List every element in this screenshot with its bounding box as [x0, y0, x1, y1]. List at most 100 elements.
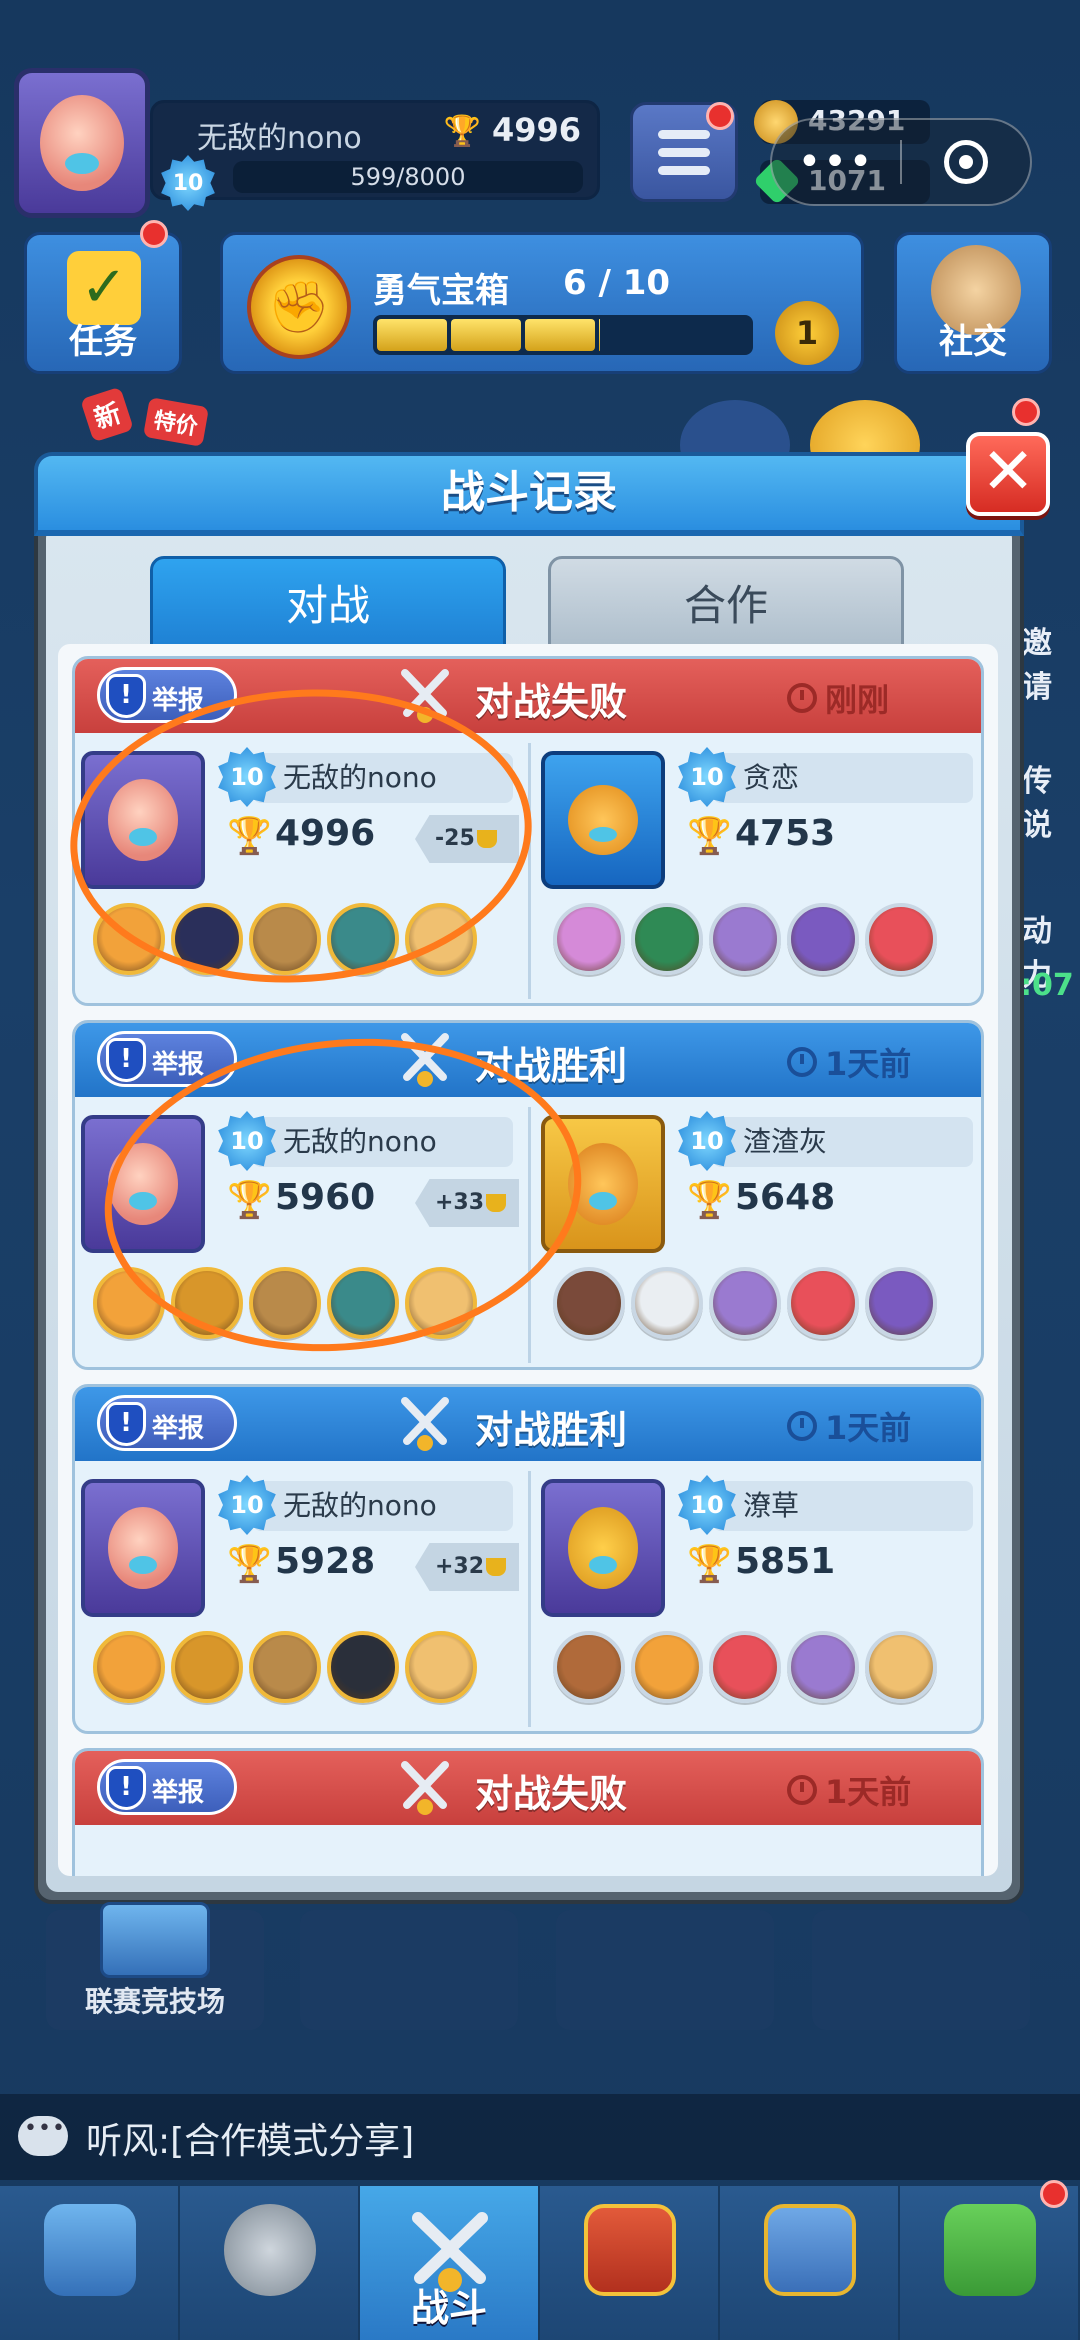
- trophy-count: 5928: [275, 1541, 376, 1582]
- crossed-swords-icon: [401, 1397, 449, 1451]
- hero-icon[interactable]: [865, 1267, 937, 1339]
- side-notification-dot: [1012, 398, 1040, 426]
- record-time: 1天前: [787, 1767, 911, 1813]
- hero-icon[interactable]: [709, 1267, 781, 1339]
- player-trophy-count: 🏆 4996: [443, 111, 581, 149]
- trophy-count: 4753: [735, 813, 836, 854]
- more-options-button[interactable]: •••: [772, 142, 900, 182]
- menu-icon: [658, 129, 710, 139]
- trophy-icon: 🏆: [687, 816, 732, 857]
- clock-icon: [787, 1411, 817, 1441]
- trophy-count: 5648: [735, 1177, 836, 1218]
- player-avatar[interactable]: [14, 68, 150, 218]
- hero-icon[interactable]: [249, 1631, 321, 1703]
- empty-slot[interactable]: [300, 1910, 518, 2030]
- result-label: 对战失败: [475, 680, 628, 724]
- hero-icon[interactable]: [865, 903, 937, 975]
- nav-chest[interactable]: [0, 2186, 180, 2340]
- opponent-name: 渣渣灰: [713, 1117, 973, 1167]
- helmet-icon: [224, 2204, 316, 2296]
- battle-record: ! 举报 对战失败 1天前: [72, 1748, 984, 1876]
- close-miniprogram-button[interactable]: [902, 140, 1030, 184]
- modal-header: 战斗记录: [34, 452, 1024, 536]
- social-button[interactable]: 社交: [894, 232, 1052, 374]
- player-side: 10 无敌的nono 🏆 5928 +32: [79, 1471, 519, 1731]
- empty-slot[interactable]: [812, 1910, 1030, 2030]
- player-name: 无敌的nono: [253, 1481, 513, 1531]
- hero-icon[interactable]: [171, 1631, 243, 1703]
- task-label: 任务: [69, 322, 137, 362]
- xp-bar: 599/8000: [233, 161, 583, 193]
- hero-lineup: [93, 1631, 477, 1703]
- trophy-icon: 🏆: [443, 114, 481, 149]
- nav-heroes[interactable]: [180, 2186, 360, 2340]
- hero-lineup: [553, 1631, 937, 1703]
- league-arena-button[interactable]: 联赛竞技场: [46, 1902, 264, 2030]
- report-button[interactable]: ! 举报: [97, 1759, 237, 1815]
- record-time: 1天前: [787, 1039, 911, 1085]
- hero-icon[interactable]: [631, 1631, 703, 1703]
- chest-progress-fill: [599, 319, 601, 351]
- nav-clan[interactable]: [540, 2186, 720, 2340]
- clock-icon: [787, 1775, 817, 1805]
- player-avatar[interactable]: [81, 1479, 205, 1617]
- chat-bar[interactable]: 听风:[合作模式分享]: [0, 2094, 1080, 2180]
- record-header: ! 举报 对战胜利 1天前: [75, 1387, 981, 1461]
- hero-icon[interactable]: [787, 903, 859, 975]
- task-button[interactable]: ✓ 任务: [24, 232, 182, 374]
- hero-icon[interactable]: [405, 1631, 477, 1703]
- chest-icon: [44, 2204, 136, 2296]
- trophy-icon: 🏆: [687, 1544, 732, 1585]
- hero-icon[interactable]: [93, 1631, 165, 1703]
- chat-message: 听风:[合作模式分享]: [86, 2121, 415, 2162]
- hero-icon[interactable]: [631, 1267, 703, 1339]
- target-icon: [943, 140, 988, 184]
- chest-progress-track: [373, 315, 753, 355]
- side-label-legend[interactable]: 传说: [1022, 756, 1080, 844]
- hero-icon[interactable]: [787, 1267, 859, 1339]
- player-info-bar[interactable]: 无敌的nono 🏆 4996 599/8000: [150, 100, 600, 200]
- shield-icon: !: [106, 674, 146, 718]
- courage-chest-bar[interactable]: ✊ 勇气宝箱 6 / 10 1: [220, 232, 864, 374]
- nav-battle-label: 战斗: [410, 2286, 487, 2330]
- chest-count-badge: 1: [775, 301, 839, 365]
- chest-progress-segment: [377, 319, 447, 351]
- team-icon: [764, 2204, 856, 2296]
- nav-notification-dot: [1040, 2180, 1068, 2208]
- chest-progress-text: 6 / 10: [563, 263, 671, 303]
- nav-garden[interactable]: [900, 2186, 1080, 2340]
- hero-icon[interactable]: [327, 1631, 399, 1703]
- hero-lineup: [553, 903, 937, 975]
- chest-progress-segment: [451, 319, 521, 351]
- hero-icon[interactable]: [709, 1631, 781, 1703]
- bottom-nav: 战斗: [0, 2186, 1080, 2340]
- hero-icon[interactable]: [787, 1631, 859, 1703]
- arena-label: 联赛竞技场: [84, 1985, 225, 2018]
- battle-record: ! 举报 对战胜利 1天前 10 无敌的nono 🏆 5928 +32 10 潦…: [72, 1384, 984, 1734]
- hero-icon[interactable]: [631, 903, 703, 975]
- opponent-side: 10 贪恋 🏆 4753: [539, 743, 979, 1003]
- report-button[interactable]: ! 举报: [97, 1395, 237, 1451]
- hero-icon[interactable]: [553, 1631, 625, 1703]
- empty-slot[interactable]: [556, 1910, 774, 2030]
- close-button[interactable]: ✕: [966, 432, 1050, 516]
- social-label: 社交: [939, 322, 1007, 362]
- opponent-side: 10 潦草 🏆 5851: [539, 1471, 979, 1731]
- hero-icon[interactable]: [865, 1631, 937, 1703]
- nav-team[interactable]: [720, 2186, 900, 2340]
- menu-notification-dot: [706, 102, 734, 130]
- hero-icon[interactable]: [553, 1267, 625, 1339]
- clock-icon: [787, 683, 817, 713]
- chest-title: 勇气宝箱: [373, 271, 509, 311]
- hero-icon[interactable]: [553, 903, 625, 975]
- arena-chest-icon: [100, 1902, 210, 1978]
- shield-icon: !: [106, 1766, 146, 1810]
- modal-title: 战斗记录: [441, 467, 617, 518]
- side-label-invite[interactable]: 邀请: [1022, 618, 1080, 706]
- opponent-side: 10 渣渣灰 🏆 5648: [539, 1107, 979, 1367]
- hero-icon[interactable]: [709, 903, 781, 975]
- opponent-avatar[interactable]: [541, 1479, 665, 1617]
- nav-battle[interactable]: 战斗: [360, 2186, 540, 2340]
- opponent-avatar[interactable]: [541, 751, 665, 889]
- trophy-icon: 🏆: [227, 1544, 272, 1585]
